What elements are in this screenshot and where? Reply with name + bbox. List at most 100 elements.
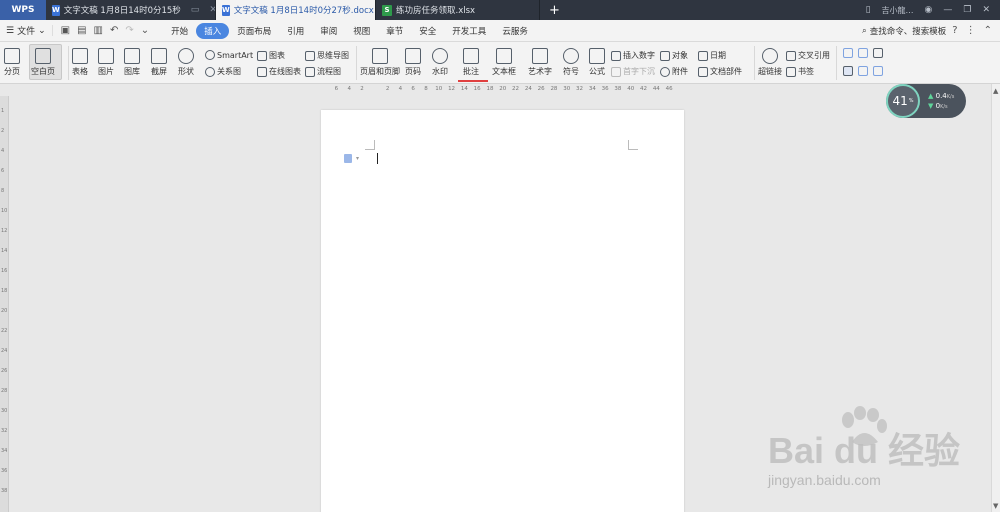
ruler-tick-label: 6: [411, 86, 415, 92]
object-button[interactable]: 对象: [660, 50, 688, 61]
omega-icon: [563, 48, 579, 64]
bookmark-button[interactable]: 书签: [786, 66, 814, 77]
menu-chapter[interactable]: 章节: [378, 23, 411, 39]
insert-number-button[interactable]: 插入数字: [611, 50, 655, 61]
symbol-button[interactable]: 符号: [563, 48, 579, 77]
doc-parts-icon: [698, 66, 708, 77]
page-number-button[interactable]: 页码: [405, 48, 421, 77]
cross-reference-button[interactable]: 交叉引用: [786, 50, 830, 61]
scroll-down-icon[interactable]: ▼: [993, 502, 998, 510]
small-tool-6[interactable]: [873, 66, 883, 76]
screenshot-button[interactable]: 截屏: [151, 48, 167, 77]
small-tool-3[interactable]: [873, 48, 883, 58]
smartart-button[interactable]: SmartArt: [205, 50, 253, 60]
table-button[interactable]: 表格: [72, 48, 88, 77]
title-spacer: [569, 0, 866, 20]
minimize-icon[interactable]: —: [943, 5, 952, 15]
help-icon[interactable]: ?: [952, 25, 957, 36]
user-name[interactable]: 吉小龍…: [882, 5, 914, 16]
menu-developer[interactable]: 开发工具: [444, 23, 494, 39]
layout-icon: [843, 48, 853, 58]
tab-label: 文字文稿 1月8日14时0分15秒: [63, 6, 181, 16]
vertical-scrollbar[interactable]: ▲ ▼: [991, 84, 1000, 512]
bookmark-label: 书签: [798, 67, 814, 76]
tab-spreadsheet[interactable]: S 练功房任务领取.xlsx: [376, 0, 540, 20]
collapse-ribbon-icon[interactable]: ⌃: [984, 25, 992, 36]
menu-page-layout[interactable]: 页面布局: [229, 23, 279, 39]
menu-cloud[interactable]: 云服务: [494, 23, 536, 39]
flowchart-button[interactable]: 流程图: [305, 66, 341, 77]
close-window-icon[interactable]: ✕: [982, 5, 990, 15]
close-icon[interactable]: ✕: [209, 5, 215, 15]
command-search[interactable]: ⌕ 查找命令、搜索模板: [862, 25, 952, 37]
menu-references[interactable]: 引用: [279, 23, 312, 39]
ruler-tick-label: 2: [385, 86, 390, 92]
menu-home[interactable]: 开始: [163, 23, 196, 39]
document-canvas[interactable]: ▾: [9, 96, 991, 512]
attachment-button[interactable]: 附件: [660, 66, 688, 77]
flowchart-icon: [305, 66, 315, 77]
page-break-button[interactable]: 分页: [4, 48, 20, 77]
file-menu[interactable]: ☰ 文件 ⌄: [0, 24, 52, 38]
undo-icon[interactable]: ↶: [110, 25, 118, 36]
menu-insert[interactable]: 插入: [196, 22, 230, 39]
paragraph-layout-icon[interactable]: [344, 154, 352, 163]
horizontal-ruler[interactable]: 6 4 2 2 4 6 8 10 12 14 16 18 20 22 24 26 28 30 32 34 36 38 40 4…: [0, 84, 1000, 96]
save-icon[interactable]: ▣: [61, 25, 70, 36]
formula-button[interactable]: 公式: [589, 48, 605, 77]
hamburger-icon: ☰: [6, 25, 15, 36]
online-chart-label: 在线图表: [269, 67, 301, 76]
chevron-down-icon[interactable]: ⌄: [141, 25, 149, 36]
wps-logo[interactable]: WPS: [0, 0, 46, 20]
tab-document-2[interactable]: W 文字文稿 1月8日14时0分27秒.docx ●: [216, 0, 376, 20]
comment-button[interactable]: 批注: [463, 48, 479, 77]
small-tool-5[interactable]: [858, 66, 868, 76]
watermark-button[interactable]: 水印: [432, 48, 448, 77]
print-icon[interactable]: ▤: [77, 25, 86, 36]
menu-view[interactable]: 视图: [345, 23, 378, 39]
textbox-button[interactable]: 文本框: [492, 48, 516, 77]
chart-button[interactable]: 图表: [257, 50, 285, 61]
new-tab-button[interactable]: +: [540, 0, 569, 20]
scroll-up-icon[interactable]: ▲: [993, 87, 998, 95]
percent-unit: %: [908, 98, 914, 104]
avatar-icon[interactable]: ◉: [925, 5, 933, 15]
menu-bar: ☰ 文件 ⌄ ▣ ▤ ▥ ↶ ↷ ⌄ 开始 插入 页面布局 引用 审阅 视图 章…: [0, 20, 1000, 42]
more-icon[interactable]: ⋮: [966, 25, 976, 36]
title-bar: WPS W 文字文稿 1月8日14时0分15秒 ▭ ✕ W 文字文稿 1月8日1…: [0, 0, 1000, 20]
layout-icon: [858, 48, 868, 58]
download-arrow-icon: ▼: [928, 102, 934, 110]
doc-parts-button[interactable]: 文档部件: [698, 66, 742, 77]
menu-review[interactable]: 审阅: [312, 23, 345, 39]
paperclip-icon: [660, 66, 670, 77]
header-footer-button[interactable]: 页眉和页脚: [360, 48, 400, 77]
small-tool-1[interactable]: [843, 48, 853, 58]
network-speed-widget[interactable]: 41% ▲ 0.4K/s ▼ 0K/s: [886, 84, 966, 118]
screen-icon[interactable]: ▯: [866, 5, 871, 15]
small-tool-4[interactable]: [843, 66, 853, 76]
online-chart-button[interactable]: 在线图表: [257, 66, 301, 77]
hyperlink-button[interactable]: 超链接: [758, 48, 782, 77]
menu-security[interactable]: 安全: [411, 23, 444, 39]
relation-chart-button[interactable]: 关系图: [205, 66, 241, 77]
monitor-icon[interactable]: ▭: [191, 5, 200, 15]
document-page[interactable]: ▾: [321, 110, 684, 512]
blank-page-button[interactable]: 空白页: [31, 48, 55, 77]
shape-button[interactable]: 形状: [178, 48, 194, 77]
restore-icon[interactable]: ❐: [963, 5, 971, 15]
ruler-tick-label: 10: [435, 86, 443, 92]
vruler-tick-label: 28: [1, 388, 8, 394]
tab-document-1[interactable]: W 文字文稿 1月8日14时0分15秒 ▭ ✕: [46, 0, 216, 20]
picture-button[interactable]: 图片: [98, 48, 114, 77]
redo-icon[interactable]: ↷: [125, 25, 133, 36]
wordart-button[interactable]: 艺术字: [528, 48, 552, 77]
chart-icon: [257, 50, 267, 61]
small-tool-2[interactable]: [858, 48, 868, 58]
gallery-button[interactable]: 图库: [124, 48, 140, 77]
date-button[interactable]: 日期: [698, 50, 726, 61]
chevron-down-icon[interactable]: ▾: [356, 155, 359, 162]
print-preview-icon[interactable]: ▥: [94, 25, 103, 36]
vertical-ruler[interactable]: 1 2 4 6 8 10 12 14 16 18 20 22 24 26 28 30 32 34 36 38: [0, 96, 9, 512]
screenshot-label: 截屏: [151, 67, 167, 76]
mindmap-button[interactable]: 思维导图: [305, 50, 349, 61]
